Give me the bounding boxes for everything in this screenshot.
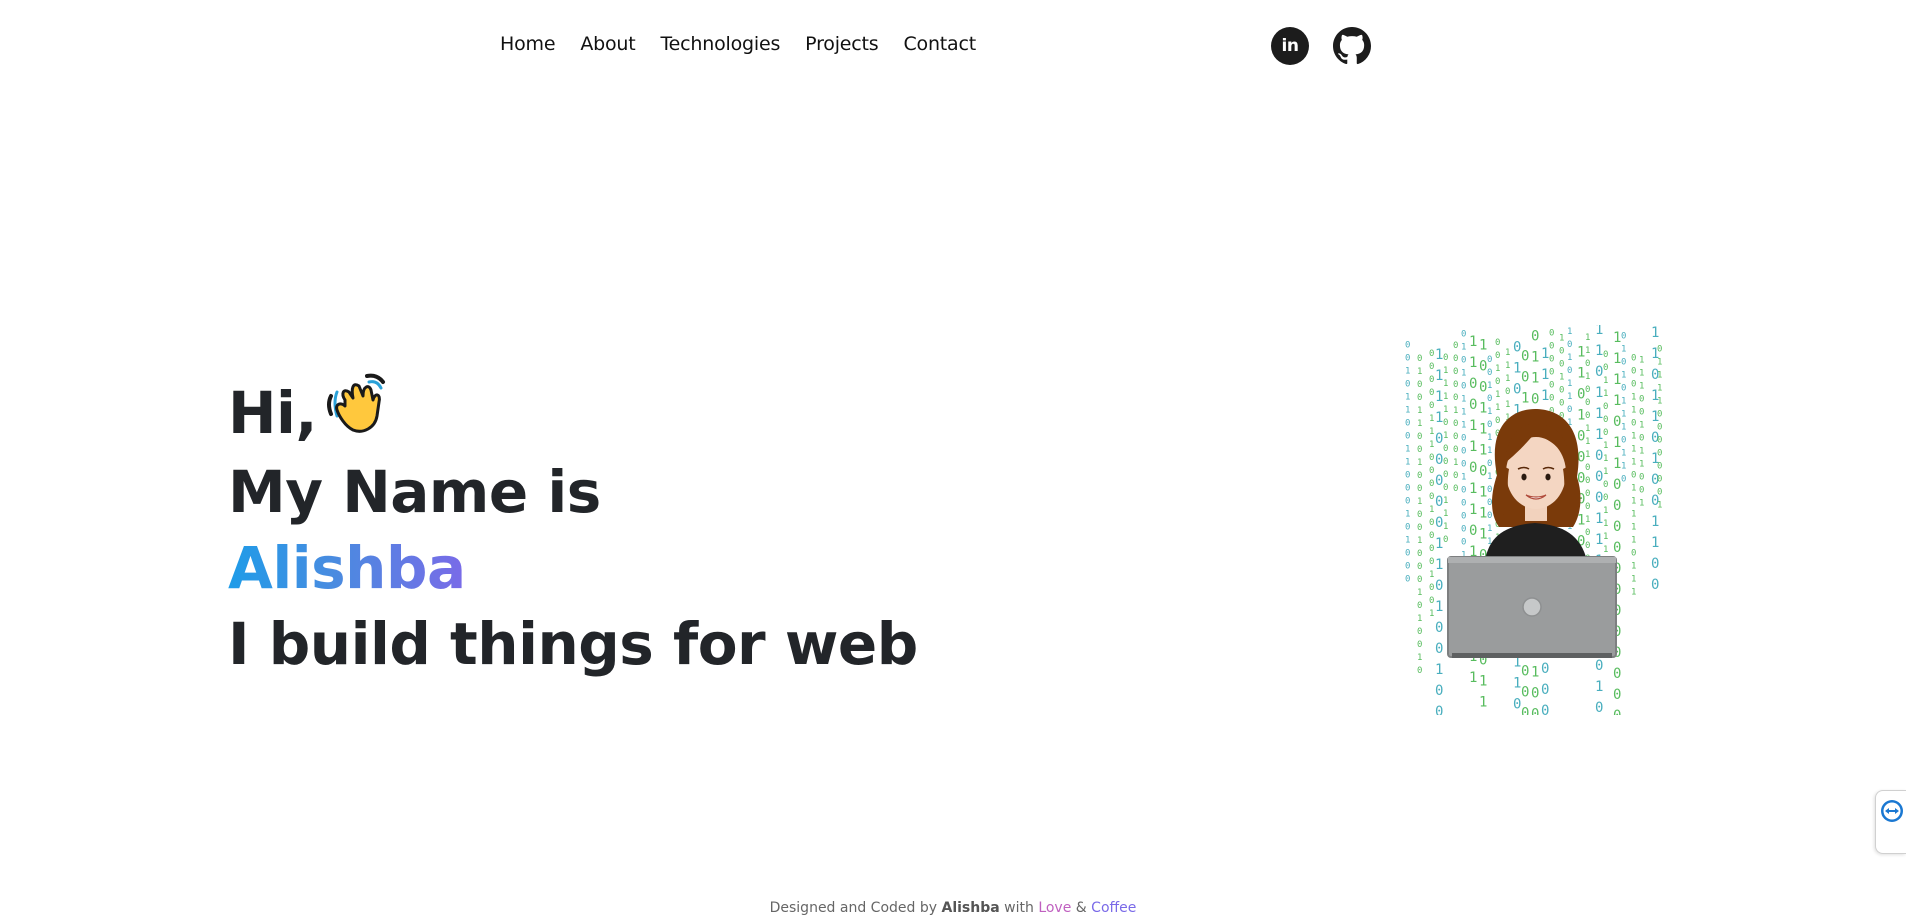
top-nav: Home About Technologies Projects Contact… xyxy=(0,0,1906,92)
hero-name-line: Alishba xyxy=(228,530,918,606)
nav-links: Home About Technologies Projects Contact xyxy=(500,33,1001,55)
footer-coffee: Coffee xyxy=(1091,900,1137,916)
teamviewer-icon xyxy=(1881,800,1903,822)
nav-contact-link[interactable]: Contact xyxy=(903,33,976,55)
hero-name: Alishba xyxy=(228,533,466,602)
github-icon xyxy=(1333,27,1371,65)
teamviewer-side-tab[interactable] xyxy=(1875,790,1906,854)
footer-author: Alishba xyxy=(941,900,1000,916)
nav-technologies-link[interactable]: Technologies xyxy=(661,33,781,55)
footer: Designed and Coded by Alishba with Love … xyxy=(0,900,1906,919)
footer-love: Love xyxy=(1038,900,1072,916)
page: Home About Technologies Projects Contact… xyxy=(0,0,1906,919)
hero-intro: My Name is xyxy=(228,457,601,526)
nav-about-link[interactable]: About xyxy=(580,33,635,55)
waving-hand-icon xyxy=(323,370,389,454)
nav-projects-link[interactable]: Projects xyxy=(805,33,879,55)
hero-greeting: Hi, xyxy=(228,379,317,447)
footer-with: with xyxy=(1004,900,1034,916)
developer-with-laptop-illustration: 0010110011000101000010011001001001000101… xyxy=(1395,322,1675,867)
hero-tagline: I build things for web xyxy=(228,609,918,678)
hero-section: Hi, My Name is Alishba I build things fo… xyxy=(228,373,918,682)
social-links: in xyxy=(1271,27,1371,65)
github-button[interactable] xyxy=(1333,27,1371,65)
nav-home-link[interactable]: Home xyxy=(500,33,556,55)
linkedin-button[interactable]: in xyxy=(1271,27,1309,65)
hero-greeting-line: Hi, xyxy=(228,373,918,454)
footer-prefix: Designed and Coded by xyxy=(769,900,938,916)
footer-amp: & xyxy=(1075,900,1087,916)
developer-figure xyxy=(1447,409,1617,658)
linkedin-icon: in xyxy=(1281,35,1299,56)
